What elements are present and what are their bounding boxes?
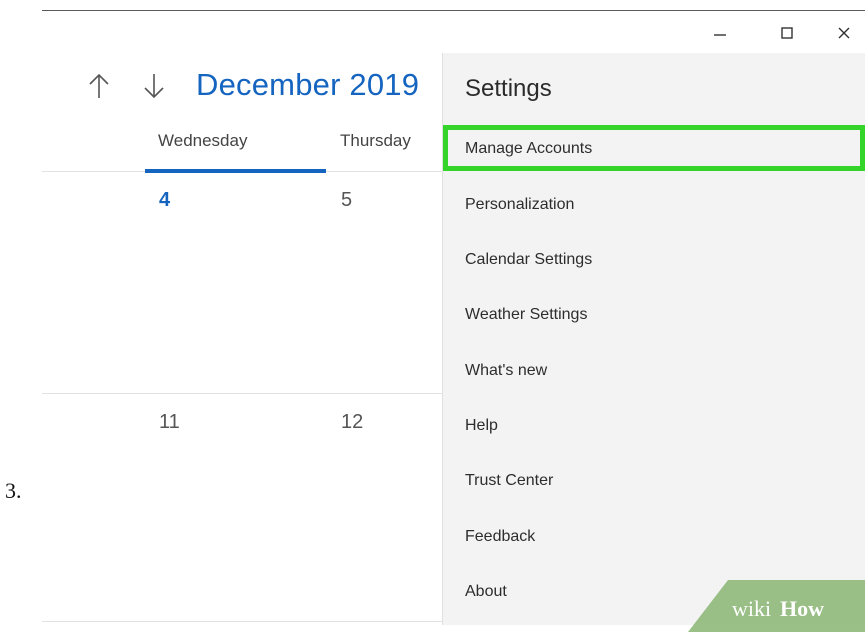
week-divider	[42, 393, 442, 394]
wikihow-how-text: How	[780, 596, 824, 621]
date-cell-4[interactable]: 4	[159, 189, 170, 212]
close-button[interactable]	[821, 17, 865, 49]
close-icon	[838, 27, 850, 39]
date-cell-12[interactable]: 12	[341, 411, 363, 434]
arrow-down-icon	[144, 74, 164, 99]
wikihow-wiki-text: wiki	[732, 596, 771, 621]
day-header-thursday: Thursday	[340, 131, 411, 150]
month-title: December 2019	[196, 67, 420, 102]
menu-item-weather-settings[interactable]: Weather Settings	[465, 306, 587, 324]
maximize-icon	[781, 27, 793, 39]
settings-pane: Settings Manage Accounts Personalization…	[442, 53, 865, 625]
arrow-up-icon	[89, 73, 109, 98]
menu-item-calendar-settings[interactable]: Calendar Settings	[465, 251, 592, 269]
menu-item-about[interactable]: About	[465, 583, 507, 601]
week-divider	[42, 621, 442, 622]
calendar-app-window: December 2019 Wednesday Thursday 4 5 11 …	[42, 10, 865, 625]
menu-item-feedback[interactable]: Feedback	[465, 528, 535, 546]
date-cell-5[interactable]: 5	[341, 189, 352, 212]
previous-month-button[interactable]	[86, 71, 112, 101]
menu-item-trust-center[interactable]: Trust Center	[465, 472, 553, 490]
menu-item-manage-accounts[interactable]: Manage Accounts	[465, 140, 592, 158]
step-number: 3.	[5, 478, 22, 503]
next-month-button[interactable]	[141, 71, 167, 101]
minimize-icon	[714, 34, 726, 36]
menu-item-whats-new[interactable]: What's new	[465, 362, 547, 380]
day-header-wednesday: Wednesday	[158, 131, 248, 150]
today-indicator	[145, 169, 326, 173]
maximize-button[interactable]	[764, 17, 810, 49]
minimize-button[interactable]	[697, 17, 743, 49]
date-cell-11[interactable]: 11	[159, 411, 180, 434]
menu-item-help[interactable]: Help	[465, 417, 498, 435]
wikihow-watermark: wiki How	[688, 572, 865, 632]
menu-item-personalization[interactable]: Personalization	[465, 196, 574, 214]
settings-title: Settings	[465, 75, 552, 102]
